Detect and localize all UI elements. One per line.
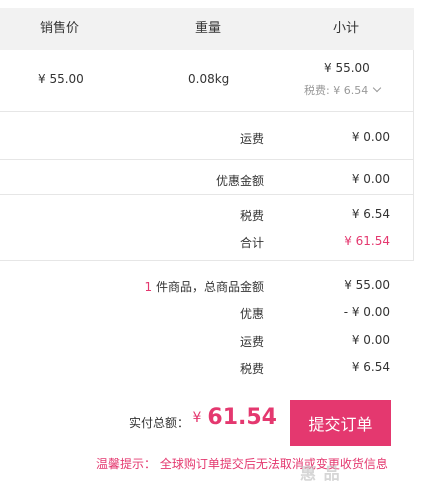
summary-tax-value: ¥ 6.54	[351, 360, 390, 374]
divider	[0, 260, 414, 261]
payable-amount: ¥61.54	[192, 405, 277, 430]
column-header-price: 销售价	[40, 21, 80, 36]
summary-discount-label: 优惠	[239, 307, 264, 321]
item-weight: 0.08kg	[188, 72, 230, 86]
goods-value: ¥ 55.00	[344, 278, 390, 292]
payable-amount-value: 61.54	[207, 405, 277, 430]
shipping-value: ¥ 0.00	[351, 130, 390, 144]
currency-symbol: ¥	[192, 410, 202, 426]
column-header-weight: 重量	[195, 21, 222, 36]
tax-label: 税费	[239, 209, 264, 223]
summary-discount-value: - ¥ 0.00	[343, 305, 390, 319]
column-header-subtotal: 小计	[333, 21, 360, 36]
chevron-down-icon	[372, 83, 382, 93]
divider	[0, 159, 414, 160]
divider	[0, 194, 414, 195]
submit-order-button[interactable]: 提交订单	[290, 400, 391, 446]
item-price: ¥ 55.00	[38, 72, 84, 86]
tax-value: ¥ 6.54	[351, 207, 390, 221]
table-header: 销售价 重量 小计	[0, 8, 414, 50]
item-tax-label: 税费: ¥ 6.54	[304, 84, 369, 97]
goods-count-label: 1 件商品，总商品金额	[145, 278, 264, 295]
shipping-label: 运费	[239, 132, 264, 146]
discount-label: 优惠金额	[215, 174, 264, 188]
summary-shipping-label: 运费	[239, 335, 264, 349]
payable-label: 实付总额：	[128, 416, 189, 430]
item-tax-toggle[interactable]: 税费: ¥ 6.54	[304, 82, 382, 98]
divider	[413, 112, 414, 260]
table-row: ¥ 55.00 0.08kg ¥ 55.00 税费: ¥ 6.54	[0, 50, 414, 112]
summary-tax-label: 税费	[239, 362, 264, 376]
total-value: ¥ 61.54	[344, 234, 390, 248]
watermark-logo: 惠 品 huim.com	[300, 464, 341, 482]
discount-value: ¥ 0.00	[351, 172, 390, 186]
item-subtotal: ¥ 55.00	[324, 61, 370, 75]
summary-shipping-value: ¥ 0.00	[351, 333, 390, 347]
goods-count-text: 件商品，总商品金额	[152, 280, 264, 294]
total-label: 合计	[239, 236, 264, 250]
